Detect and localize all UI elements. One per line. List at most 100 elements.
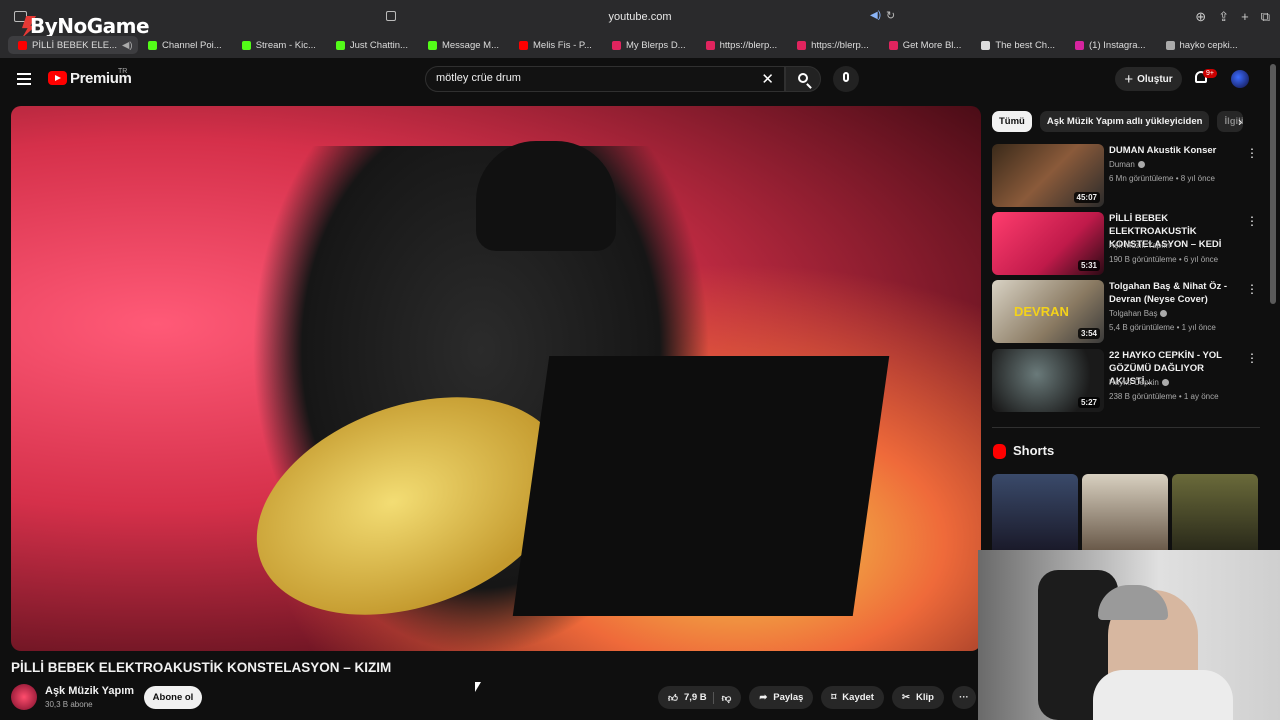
more-options-icon[interactable]: ⋮ — [1246, 146, 1258, 160]
more-options-icon[interactable]: ⋮ — [1246, 351, 1258, 365]
search-query[interactable]: mötley crüe drum — [436, 72, 521, 84]
tab-blerp-1[interactable]: https://blerp... — [696, 36, 788, 54]
title-bar: ByNoGame youtube.com ◀) ↻ ⊕ ⇪ + ⧉ — [0, 0, 1280, 38]
tab-label: Just Chattin... — [349, 39, 408, 51]
tab-my-blerps[interactable]: My Blerps D... — [602, 36, 696, 54]
speaker-icon[interactable]: ◀) — [122, 40, 132, 51]
clip-label: Klip — [915, 692, 934, 703]
video-frame-music-stand — [512, 356, 890, 616]
subscribe-button[interactable]: Abone ol — [144, 686, 202, 709]
short-thumbnail[interactable] — [1082, 474, 1168, 550]
blerp-favicon-icon — [888, 40, 898, 50]
create-button[interactable]: + Oluştur — [1115, 67, 1182, 91]
mouse-cursor-icon — [475, 682, 481, 692]
tab-instagram[interactable]: (1) Instagra... — [1065, 36, 1156, 54]
dislike-icon[interactable]: 👎︎ — [712, 691, 731, 704]
chevron-right-icon[interactable]: › — [1238, 114, 1242, 129]
youtube-favicon-icon — [519, 40, 528, 50]
share-button[interactable]: ➦ Paylaş — [749, 686, 814, 709]
notification-badge: 9+ — [1203, 69, 1217, 78]
clip-button[interactable]: ✂ Klip — [891, 686, 944, 709]
tab-overview-icon[interactable]: ⧉ — [1261, 9, 1270, 25]
short-thumbnail[interactable] — [992, 474, 1078, 550]
more-options-icon[interactable]: ⋮ — [1246, 214, 1258, 228]
channel-name[interactable]: Aşk Müzik Yapım — [45, 685, 134, 697]
chip-from-uploader[interactable]: Aşk Müzik Yapım adlı yükleyiciden — [1039, 111, 1210, 132]
thumbnail-text: DEVRAN — [1014, 304, 1069, 319]
youtube-header: Premium TR mötley crüe drum ✕ + Oluştur 9… — [0, 58, 1280, 102]
video-thumbnail[interactable]: 5:31 — [992, 212, 1104, 275]
save-button[interactable]: ⌑ Kaydet — [821, 686, 884, 709]
video-player[interactable] — [11, 106, 981, 651]
list-item[interactable]: DEVRAN 3:54 Tolgahan Baş & Nihat Öz - De… — [992, 280, 1262, 344]
recommendation-channel[interactable]: Aşk Müzik Yapım — [1109, 241, 1170, 250]
voice-search-button[interactable] — [833, 66, 859, 92]
menu-icon[interactable] — [17, 73, 31, 85]
tab-channel-points[interactable]: Channel Poi... — [138, 36, 232, 54]
channel-label: Hayko Cepkin — [1109, 378, 1159, 387]
audio-playing-icon[interactable]: ◀) — [870, 10, 881, 21]
more-actions-button[interactable]: ··· — [951, 686, 976, 709]
video-frame-cap — [476, 141, 616, 251]
duration-badge: 3:54 — [1077, 328, 1100, 339]
list-item[interactable]: 45:07 DUMAN Akustik Konser Duman 6 Mn gö… — [992, 144, 1262, 208]
recommendation-title[interactable]: DUMAN Akustik Konser — [1109, 144, 1249, 157]
browser-chrome: ByNoGame youtube.com ◀) ↻ ⊕ ⇪ + ⧉ PİLLİ … — [0, 0, 1280, 58]
tab-stream-kick[interactable]: Stream - Kic... — [232, 36, 326, 54]
tab-pilli-bebek[interactable]: PİLLİ BEBEK ELE... ◀) — [8, 36, 138, 54]
duration-badge: 5:27 — [1077, 397, 1100, 408]
search-icon — [798, 73, 808, 83]
search-input[interactable]: mötley crüe drum ✕ — [425, 66, 785, 92]
recommendation-title[interactable]: Tolgahan Baş & Nihat Öz - Devran (Neyse … — [1109, 280, 1249, 306]
channel-avatar[interactable] — [11, 684, 37, 710]
recommendation-meta: 190 B görüntüleme • 6 yıl önce — [1109, 255, 1219, 264]
more-icon: ··· — [959, 692, 969, 703]
video-thumbnail[interactable]: DEVRAN 3:54 — [992, 280, 1104, 343]
scissors-icon: ✂ — [901, 692, 910, 703]
tab-strip: PİLLİ BEBEK ELE... ◀) Channel Poi... Str… — [8, 36, 1248, 54]
scrollbar[interactable] — [1270, 64, 1276, 304]
clear-search-icon[interactable]: ✕ — [761, 70, 774, 88]
blerp-favicon-icon — [705, 40, 715, 50]
create-label: Oluştur — [1137, 73, 1173, 85]
youtube-favicon-icon — [18, 40, 27, 50]
address-bar[interactable]: youtube.com — [380, 6, 900, 28]
recommendation-channel[interactable]: Tolgahan Baş — [1109, 309, 1168, 318]
shorts-icon — [993, 444, 1006, 459]
tab-message[interactable]: Message M... — [418, 36, 509, 54]
youtube-logo-icon[interactable] — [48, 71, 67, 85]
tab-label: https://blerp... — [719, 39, 778, 51]
more-options-icon[interactable]: ⋮ — [1246, 282, 1258, 296]
filter-chips: Tümü Aşk Müzik Yapım adlı yükleyiciden İ… — [992, 111, 1244, 132]
kick-favicon-icon — [335, 40, 345, 50]
account-avatar[interactable] — [1231, 70, 1249, 88]
reload-icon[interactable]: ↻ — [886, 9, 895, 22]
tab-just-chatting[interactable]: Just Chattin... — [326, 36, 418, 54]
list-item[interactable]: 5:31 PİLLİ BEBEK ELEKTROAKUSTİK KONSTELA… — [992, 212, 1262, 276]
verified-icon — [1137, 161, 1145, 169]
like-button[interactable]: 👍︎ 7,9 B 👎︎ — [658, 686, 742, 709]
search-button[interactable] — [785, 66, 821, 92]
recommendation-meta: 5,4 B görüntüleme • 1 yıl önce — [1109, 323, 1216, 332]
recommendation-channel[interactable]: Duman — [1109, 160, 1145, 169]
video-thumbnail[interactable]: 45:07 — [992, 144, 1104, 207]
verified-icon — [1161, 379, 1169, 387]
region-code: TR — [118, 68, 128, 75]
tab-get-more[interactable]: Get More Bl... — [879, 36, 972, 54]
list-item[interactable]: 5:27 22 HAYKO CEPKİN - YOL GÖZÜMÜ DAĞLIY… — [992, 349, 1262, 413]
subscriber-count: 30,3 B abone — [45, 700, 93, 709]
tab-the-best[interactable]: The best Ch... — [971, 36, 1065, 54]
short-thumbnail[interactable] — [1172, 474, 1258, 550]
tab-melis-fis[interactable]: Melis Fis - P... — [509, 36, 602, 54]
tab-blerp-2[interactable]: https://blerp... — [787, 36, 879, 54]
tab-hayko[interactable]: hayko cepki... — [1156, 36, 1248, 54]
new-tab-icon[interactable]: + — [1241, 9, 1249, 25]
tab-label: (1) Instagra... — [1089, 39, 1146, 51]
download-icon[interactable]: ⊕ — [1195, 9, 1206, 25]
chip-all[interactable]: Tümü — [992, 111, 1032, 132]
video-thumbnail[interactable]: 5:27 — [992, 349, 1104, 412]
webcam-overlay — [978, 550, 1280, 720]
share-icon[interactable]: ⇪ — [1218, 9, 1229, 25]
verified-icon — [1160, 310, 1168, 318]
recommendation-channel[interactable]: Hayko Cepkin — [1109, 378, 1169, 387]
